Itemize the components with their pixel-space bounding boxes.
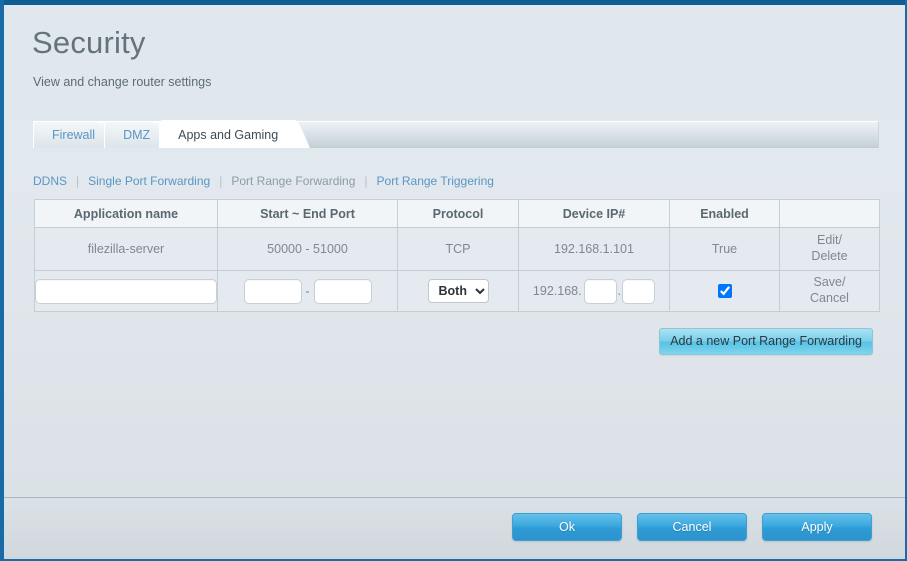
cell-device-ip: 192.168.1.101 — [518, 227, 670, 271]
cancel-button[interactable]: Cancel — [637, 513, 747, 541]
table-row: filezilla-server 50000 - 51000 TCP 192.1… — [34, 227, 880, 271]
device-ip-wrap: 192.168. . — [519, 271, 669, 311]
column-header-actions — [779, 199, 880, 228]
column-header-protocol: Protocol — [397, 199, 519, 228]
subnav-separator: | — [219, 174, 223, 188]
cell-application-name: filezilla-server — [34, 227, 218, 271]
tab-content-panel: DDNS | Single Port Forwarding | Port Ran… — [4, 148, 905, 559]
ok-button[interactable]: Ok — [512, 513, 622, 541]
start-port-input[interactable] — [243, 278, 302, 304]
port-range-forwarding-table: Application name Start ~ End Port Protoc… — [34, 199, 880, 312]
cell-actions: Edit/ Delete — [779, 227, 880, 271]
table-body: filezilla-server 50000 - 51000 TCP 192.1… — [34, 227, 880, 312]
subnav-item-port-range-triggering[interactable]: Port Range Triggering — [377, 174, 494, 188]
page-subtitle: View and change router settings — [33, 75, 212, 89]
protocol-wrap: Both TCP UDP — [398, 271, 518, 311]
save-link[interactable]: Save/ — [780, 275, 879, 291]
edit-link[interactable]: Edit/ — [780, 233, 879, 249]
page-title: Security — [32, 25, 146, 60]
column-header-start-end-port: Start ~ End Port — [217, 199, 398, 228]
cell-new-application-name — [34, 270, 218, 312]
cell-new-protocol: Both TCP UDP — [397, 270, 519, 312]
column-header-device-ip: Device IP# — [518, 199, 670, 228]
subnav-separator: | — [76, 174, 80, 188]
dialog-header: Security View and change router settings — [4, 5, 905, 120]
security-dialog: Security View and change router settings… — [0, 0, 907, 561]
ip-octet4-input[interactable] — [622, 278, 656, 304]
ip-octet3-input[interactable] — [583, 278, 617, 304]
enabled-checkbox[interactable] — [717, 284, 732, 298]
tab-firewall-label: Firewall — [52, 128, 96, 142]
tab-firewall[interactable]: Firewall — [33, 121, 114, 148]
subnav: DDNS | Single Port Forwarding | Port Ran… — [33, 174, 494, 188]
cell-new-actions: Save/ Cancel — [779, 270, 880, 312]
end-port-input[interactable] — [313, 278, 372, 304]
protocol-select[interactable]: Both TCP UDP — [427, 279, 489, 303]
column-header-enabled: Enabled — [669, 199, 780, 228]
dialog-footer: Ok Cancel Apply — [4, 498, 905, 559]
cell-protocol: TCP — [397, 227, 519, 271]
subnav-item-single-port-forwarding[interactable]: Single Port Forwarding — [88, 174, 210, 188]
tab-list: Firewall DMZ Apps and Gaming — [33, 120, 297, 148]
apply-button[interactable]: Apply — [762, 513, 872, 541]
tab-dmz-label: DMZ — [123, 128, 151, 142]
ip-dot-separator: . — [617, 284, 622, 298]
subnav-item-ddns[interactable]: DDNS — [33, 174, 67, 188]
tab-apps-and-gaming-label: Apps and Gaming — [178, 127, 279, 142]
column-header-application-name: Application name — [34, 199, 218, 228]
port-range-wrap: - — [218, 271, 397, 311]
application-name-wrap — [35, 271, 217, 311]
tab-strip: Firewall DMZ Apps and Gaming — [4, 120, 905, 148]
ip-prefix-label: 192.168. — [532, 284, 582, 298]
table-header-row: Application name Start ~ End Port Protoc… — [34, 199, 880, 228]
table-new-entry-row: - Both TCP UDP — [34, 270, 880, 312]
cell-new-device-ip: 192.168. . — [518, 270, 670, 312]
application-name-input[interactable] — [35, 278, 217, 304]
delete-link[interactable]: Delete — [780, 249, 879, 265]
subnav-separator: | — [364, 174, 368, 188]
cancel-link[interactable]: Cancel — [780, 291, 879, 307]
cell-new-port-range: - — [217, 270, 398, 312]
footer-button-group: Ok Cancel Apply — [512, 513, 872, 541]
add-port-range-forwarding-button[interactable]: Add a new Port Range Forwarding — [659, 328, 873, 355]
table-header: Application name Start ~ End Port Protoc… — [34, 199, 880, 228]
cell-enabled: True — [669, 227, 780, 271]
cell-port-range: 50000 - 51000 — [217, 227, 398, 271]
cell-new-enabled — [669, 270, 780, 312]
tab-apps-and-gaming[interactable]: Apps and Gaming — [159, 120, 297, 148]
subnav-item-port-range-forwarding[interactable]: Port Range Forwarding — [231, 174, 355, 188]
enabled-wrap — [670, 271, 779, 311]
port-range-separator: - — [305, 284, 310, 298]
